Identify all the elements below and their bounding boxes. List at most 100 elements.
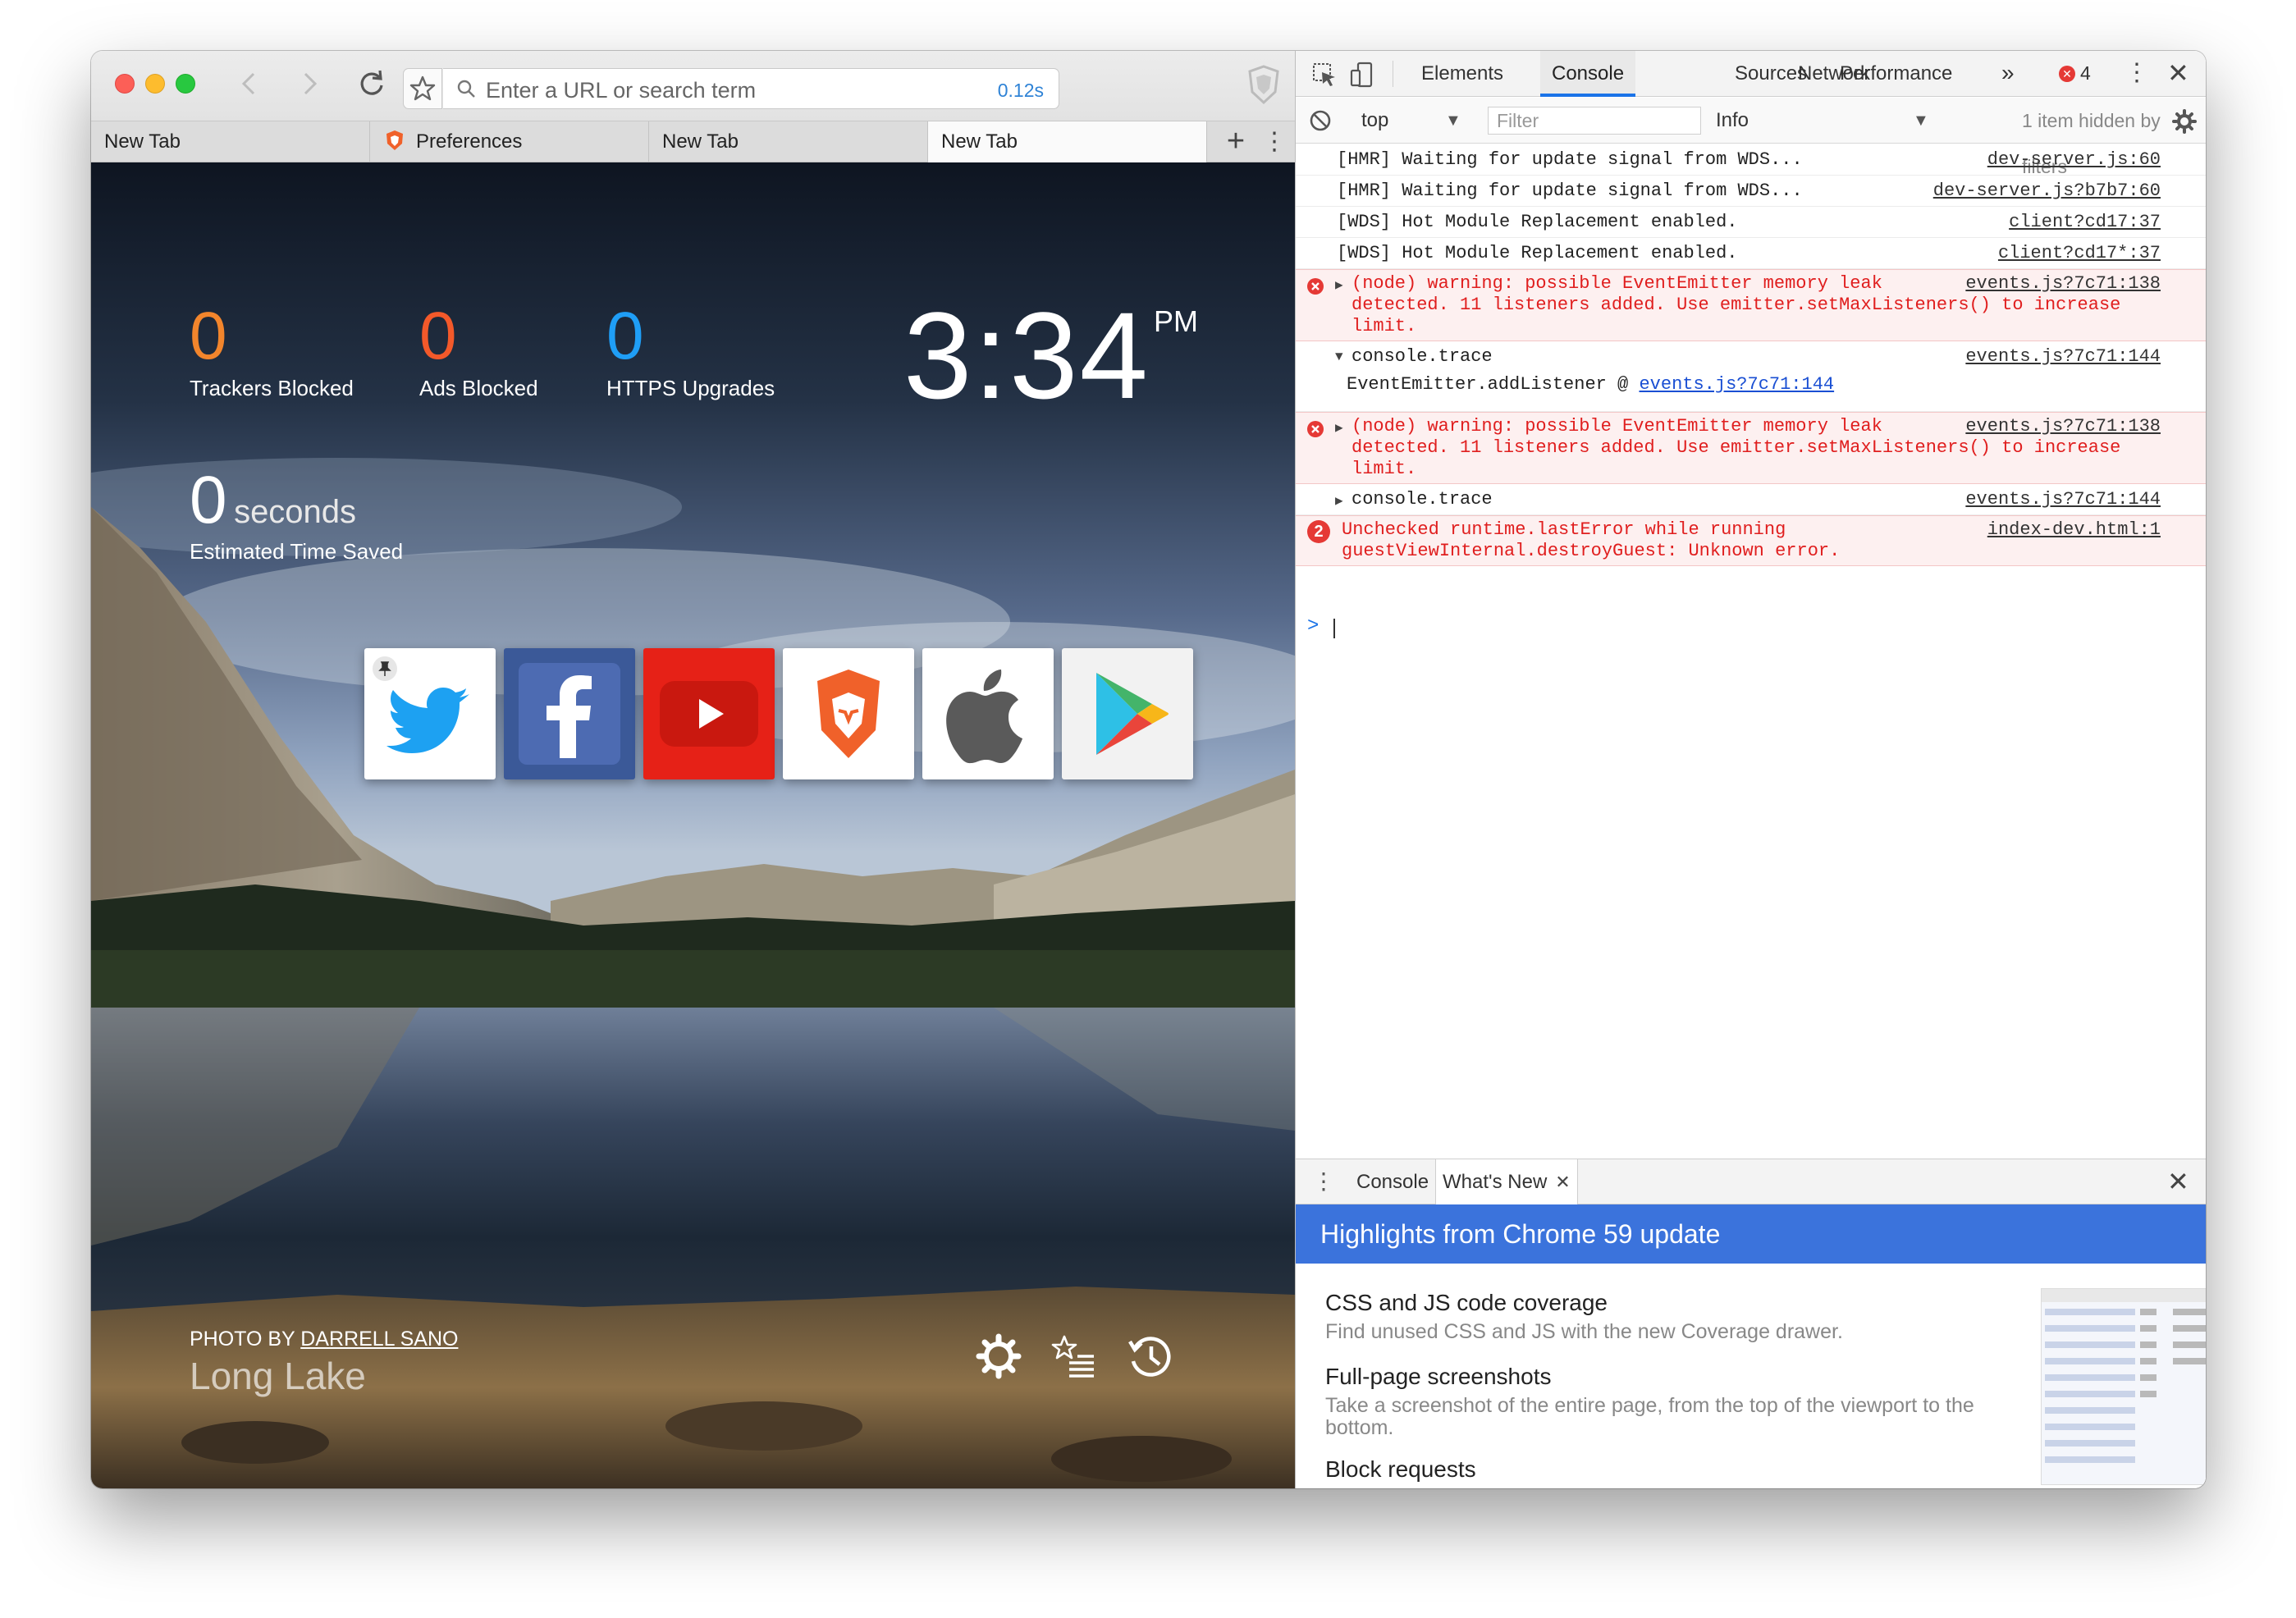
https-upgrades-label: HTTPS Upgrades	[606, 376, 775, 400]
device-toolbar-icon[interactable]	[1348, 61, 1376, 89]
level-dropdown-arrow-icon[interactable]: ▼	[1913, 98, 1929, 144]
drawer-tabbar: ⋮ Console What's New ✕ ✕	[1296, 1159, 2206, 1205]
photo-author-link[interactable]: DARRELL SANO	[300, 1328, 458, 1351]
inspect-element-icon[interactable]	[1310, 61, 1338, 89]
forward-button[interactable]	[291, 66, 327, 102]
expand-triangle-icon[interactable]: ▶	[1335, 492, 1343, 509]
google-play-icon	[1096, 673, 1169, 755]
photo-credit-prefix: PHOTO BY	[190, 1328, 295, 1351]
tab-menu-button[interactable]: ⋮	[1256, 121, 1292, 162]
history-clock-icon[interactable]	[1125, 1332, 1174, 1381]
message-source-link[interactable]: events.js?7c71:144	[1965, 489, 2161, 510]
close-devtools-button[interactable]: ✕	[2167, 51, 2189, 97]
expand-triangle-icon[interactable]: ▶	[1335, 277, 1343, 293]
feature-title[interactable]: Full-page screenshots	[1325, 1364, 1551, 1390]
message-source-link[interactable]: dev-server.js?b7b7:60	[1933, 181, 2161, 202]
brave-lion-icon	[386, 130, 403, 150]
close-tab-icon[interactable]: ✕	[1555, 1172, 1570, 1192]
youtube-tile[interactable]	[643, 648, 775, 779]
close-drawer-button[interactable]: ✕	[2167, 1159, 2189, 1205]
tab-label: Preferences	[416, 130, 523, 153]
devtools-main-tabbar: Elements Console Sources Network Perform…	[1296, 51, 2206, 97]
apple-tile[interactable]	[922, 648, 1054, 779]
tab-new-tab-3-active[interactable]: New Tab	[928, 121, 1207, 162]
message-source-link[interactable]: events.js?7c71:138	[1965, 416, 2161, 437]
devtools-menu-button[interactable]: ⋮	[2124, 51, 2149, 97]
tab-strip: New Tab Preferences New Tab New Tab + ⋮	[91, 121, 1295, 162]
console-settings-gear-icon[interactable]	[2172, 109, 2197, 134]
star-outline-icon	[409, 75, 436, 101]
trackers-blocked-stat: 0 Trackers Blocked	[190, 302, 354, 401]
trace-frame: EventEmitter.addListener @ events.js?7c7…	[1347, 374, 1834, 395]
message-source-link[interactable]: events.js?7c71:138	[1965, 273, 2161, 295]
drawer-tab-whats-new[interactable]: What's New ✕	[1435, 1159, 1578, 1205]
youtube-play-icon	[660, 681, 758, 747]
facebook-f-icon	[519, 663, 620, 765]
message-source-link[interactable]: events.js?7c71:144	[1965, 346, 2161, 368]
console-messages: [HMR] Waiting for update signal from WDS…	[1296, 144, 2206, 1211]
clock: 3:34 PM	[903, 286, 1198, 424]
console-filter-input[interactable]: Filter	[1488, 107, 1701, 135]
bookmarks-star-icon[interactable]	[1050, 1332, 1099, 1381]
settings-gear-icon[interactable]	[974, 1332, 1023, 1381]
expand-triangle-icon[interactable]: ▶	[1335, 419, 1343, 436]
google-play-tile[interactable]	[1062, 648, 1193, 779]
message-source-link[interactable]: client?cd17:37	[2009, 212, 2161, 233]
reload-button[interactable]	[354, 66, 390, 102]
coverage-screenshot-thumbnail	[2041, 1288, 2206, 1485]
new-tab-button[interactable]: +	[1215, 121, 1256, 162]
time-saved-label: Estimated Time Saved	[190, 539, 404, 564]
browser-toolbar: Enter a URL or search term 0.12s	[91, 51, 1295, 121]
brave-tile[interactable]	[783, 648, 914, 779]
zoom-window-button[interactable]	[176, 74, 195, 94]
tab-preferences[interactable]: Preferences	[370, 121, 649, 162]
tab-elements[interactable]: Elements	[1415, 51, 1510, 97]
time-saved-value: 0	[190, 463, 227, 537]
whats-new-content: CSS and JS code coverage Find unused CSS…	[1296, 1264, 2206, 1488]
back-button[interactable]	[231, 66, 268, 102]
console-input-caret[interactable]	[1333, 619, 1335, 638]
error-counter[interactable]: ✕ 4	[2059, 62, 2091, 85]
reload-icon	[360, 70, 383, 95]
trace-frame-link[interactable]: events.js?7c71:144	[1639, 374, 1834, 395]
collapse-triangle-icon[interactable]: ▼	[1335, 350, 1343, 364]
tab-console[interactable]: Console	[1540, 51, 1636, 97]
pin-icon[interactable]	[373, 656, 397, 681]
context-dropdown-arrow-icon[interactable]: ▼	[1445, 98, 1461, 144]
whats-new-banner: Highlights from Chrome 59 update	[1296, 1204, 2206, 1264]
tab-new-tab-1[interactable]: New Tab	[91, 121, 370, 162]
console-prompt-icon: >	[1307, 615, 1320, 638]
clock-time: 3:34	[903, 286, 1150, 424]
console-message: [WDS] Hot Module Replacement enabled. cl…	[1296, 238, 2206, 269]
chevron-right-icon	[304, 72, 318, 95]
minimize-window-button[interactable]	[145, 74, 165, 94]
tab-new-tab-2[interactable]: New Tab	[649, 121, 928, 162]
feature-title[interactable]: Block requests	[1325, 1456, 1476, 1483]
trackers-blocked-count: 0	[190, 299, 227, 373]
facebook-tile[interactable]	[504, 648, 635, 779]
drawer-menu-button[interactable]: ⋮	[1312, 1159, 1335, 1205]
message-text: console.trace	[1352, 489, 1493, 510]
more-tabs-button[interactable]: »	[2001, 51, 2015, 97]
console-trace-message: ▼ console.trace events.js?7c71:144 Event…	[1296, 341, 2206, 412]
log-level-selector[interactable]: Info	[1716, 98, 1749, 144]
clear-console-icon[interactable]	[1309, 109, 1332, 132]
brave-shields-icon[interactable]	[1245, 64, 1283, 105]
context-selector[interactable]: top	[1361, 98, 1388, 144]
close-window-button[interactable]	[115, 74, 135, 94]
url-bar[interactable]: Enter a URL or search term 0.12s	[443, 68, 1059, 109]
tab-performance[interactable]: Performance	[1833, 51, 1959, 97]
twitter-tile[interactable]	[364, 648, 496, 779]
message-source-link[interactable]: client?cd17*:37	[1998, 243, 2161, 264]
photo-credit: PHOTO BY DARRELL SANO	[190, 1328, 458, 1351]
console-message: [HMR] Waiting for update signal from WDS…	[1296, 176, 2206, 207]
message-source-link[interactable]: dev-server.js:60	[1987, 149, 2161, 171]
photo-title: Long Lake	[190, 1355, 366, 1397]
bookmark-star-button[interactable]	[403, 68, 442, 109]
console-message: [HMR] Waiting for update signal from WDS…	[1296, 144, 2206, 176]
message-source-link[interactable]: index-dev.html:1	[1987, 519, 2161, 541]
console-error-message: 2 Unchecked runtime.lastError while runn…	[1296, 515, 2206, 566]
feature-title[interactable]: CSS and JS code coverage	[1325, 1290, 1608, 1316]
drawer-tab-console[interactable]: Console	[1350, 1159, 1435, 1205]
console-toolbar: top ▼ Filter Info ▼ 1 item hidden by fil…	[1296, 98, 2206, 177]
